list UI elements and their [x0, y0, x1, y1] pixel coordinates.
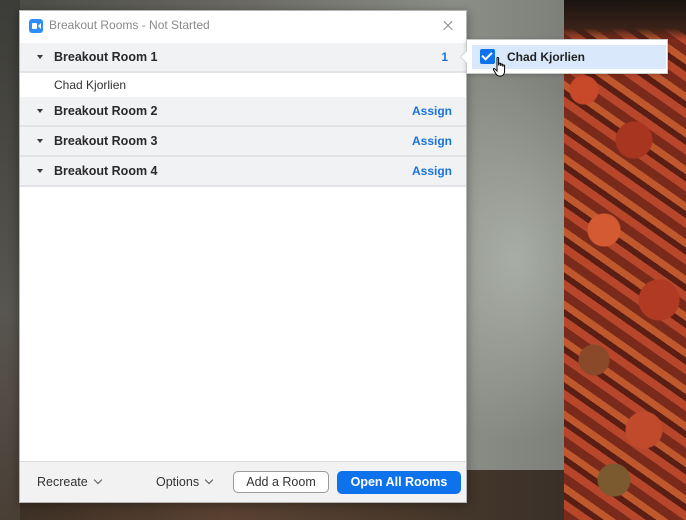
room-row-4[interactable]: Breakout Room 4 Assign [20, 157, 466, 187]
assign-link[interactable]: Assign [412, 164, 452, 178]
assign-link[interactable]: Assign [412, 134, 452, 148]
room-name: Breakout Room 1 [54, 50, 158, 64]
room-list: Breakout Room 1 1 Chad Kjorlien Breakout… [20, 43, 466, 187]
options-dropdown[interactable]: Options [156, 475, 214, 489]
mouse-cursor-icon [492, 57, 506, 77]
close-icon[interactable] [438, 16, 458, 36]
recreate-dropdown[interactable]: Recreate [37, 475, 102, 489]
chevron-down-icon [204, 475, 214, 485]
list-item[interactable]: Chad Kjorlien [20, 73, 466, 97]
title-bar: Breakout Rooms - Not Started [20, 11, 466, 41]
assign-link[interactable]: Assign [412, 104, 452, 118]
zoom-camera-icon [29, 19, 43, 33]
breakout-rooms-window: Breakout Rooms - Not Started Breakout Ro… [19, 10, 467, 503]
popover-arrow [460, 50, 467, 64]
room-name: Breakout Room 4 [54, 164, 158, 178]
caret-down-icon[interactable] [37, 169, 43, 173]
room-name: Breakout Room 3 [54, 134, 158, 148]
caret-down-icon[interactable] [37, 139, 43, 143]
desktop-background-right [564, 0, 686, 520]
chevron-down-icon [93, 475, 102, 485]
recreate-label: Recreate [37, 475, 88, 489]
open-all-rooms-button[interactable]: Open All Rooms [337, 471, 461, 494]
window-title: Breakout Rooms - Not Started [49, 18, 210, 32]
room-participant-count[interactable]: 1 [441, 50, 448, 64]
participant-name: Chad Kjorlien [54, 78, 127, 92]
participant-option-name: Chad Kjorlien [507, 50, 586, 64]
room-name: Breakout Room 2 [54, 104, 158, 118]
room-row-1[interactable]: Breakout Room 1 1 [20, 43, 466, 73]
caret-down-icon[interactable] [37, 55, 43, 59]
options-label: Options [156, 475, 200, 489]
footer-toolbar: Recreate Options Add a Room Open All Roo… [20, 461, 466, 502]
room-row-3[interactable]: Breakout Room 3 Assign [20, 127, 466, 157]
room-row-2[interactable]: Breakout Room 2 Assign [20, 97, 466, 127]
caret-down-icon[interactable] [37, 109, 43, 113]
add-room-button[interactable]: Add a Room [233, 471, 329, 493]
